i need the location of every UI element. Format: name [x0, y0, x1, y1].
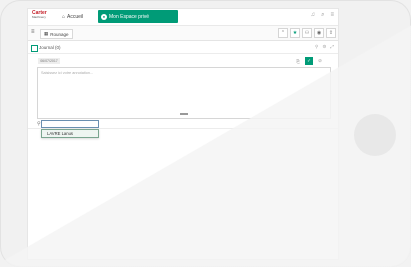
- toolbar: ≡ ▦ Rounage ⌃ ★ ⚇ ◉ ⇪: [28, 26, 338, 41]
- expand-icon[interactable]: ⤢: [330, 44, 334, 50]
- nav-home-link[interactable]: ⌂ Accueil: [62, 12, 83, 22]
- export-icon[interactable]: ⇪: [326, 28, 336, 38]
- bell-icon[interactable]: ♫: [311, 12, 316, 19]
- tab-private-space-label: Mon Espace privé: [109, 13, 150, 20]
- close-icon[interactable]: ⊘: [316, 57, 324, 65]
- annotation-placeholder: Saisissez ici votre annotation...: [41, 71, 94, 75]
- brand-logo[interactable]: Carter Machinery: [32, 11, 52, 23]
- note-actions: ⎘ ✓ ⊘: [294, 57, 324, 65]
- panel-title: Journal (0): [39, 45, 61, 50]
- annotation-textarea[interactable]: Saisissez ici votre annotation...: [37, 67, 331, 119]
- tab-private-space[interactable]: ● Mon Espace privé: [98, 10, 178, 23]
- header-icon-group: ♫ ⌕ ≡: [311, 12, 334, 19]
- home-button[interactable]: [354, 114, 396, 156]
- users-icon[interactable]: ⚇: [302, 28, 312, 38]
- star-icon[interactable]: ★: [290, 28, 300, 38]
- user-circle-icon: ●: [101, 13, 107, 20]
- panel-icon: [31, 45, 38, 52]
- attach-icon[interactable]: ⎘: [294, 57, 302, 65]
- assignee-dropdown: LAVRE Lanus: [41, 129, 99, 138]
- panel-actions: ⚲ ⚙ ⤢: [315, 44, 334, 50]
- rounage-chip[interactable]: ▦ Rounage: [40, 29, 73, 39]
- search-icon[interactable]: ⌕: [321, 12, 324, 19]
- grid-icon: ▦: [44, 31, 49, 36]
- hamburger-icon[interactable]: ≡: [31, 29, 35, 35]
- filter-icon[interactable]: ⚲: [315, 44, 318, 50]
- date-label: 06/07/2017: [38, 58, 60, 64]
- toolbar-actions: ⌃ ★ ⚇ ◉ ⇪: [278, 28, 336, 38]
- chevron-up-icon[interactable]: ⌃: [278, 28, 288, 38]
- eye-icon[interactable]: ◉: [314, 28, 324, 38]
- assignee-input[interactable]: [41, 120, 99, 128]
- home-icon: ⌂: [62, 14, 66, 20]
- tablet-frame: Carter Machinery ⌂ Accueil ● Mon Espace …: [0, 0, 411, 267]
- nav-home-label: Accueil: [67, 14, 84, 20]
- settings-icon[interactable]: ⚙: [322, 44, 326, 50]
- app-header: Carter Machinery ⌂ Accueil ● Mon Espace …: [28, 9, 338, 26]
- logo-subtext: Machinery: [32, 15, 46, 19]
- dropdown-option[interactable]: LAVRE Lanus: [42, 130, 98, 137]
- menu-icon[interactable]: ≡: [330, 12, 334, 19]
- rounage-chip-label: Rounage: [50, 31, 69, 37]
- app-screen: Carter Machinery ⌂ Accueil ● Mon Espace …: [27, 8, 339, 260]
- journal-panel-header: Journal (0) ⚲ ⚙ ⤢: [28, 44, 338, 54]
- check-icon[interactable]: ✓: [305, 57, 313, 65]
- resize-handle[interactable]: [180, 113, 188, 115]
